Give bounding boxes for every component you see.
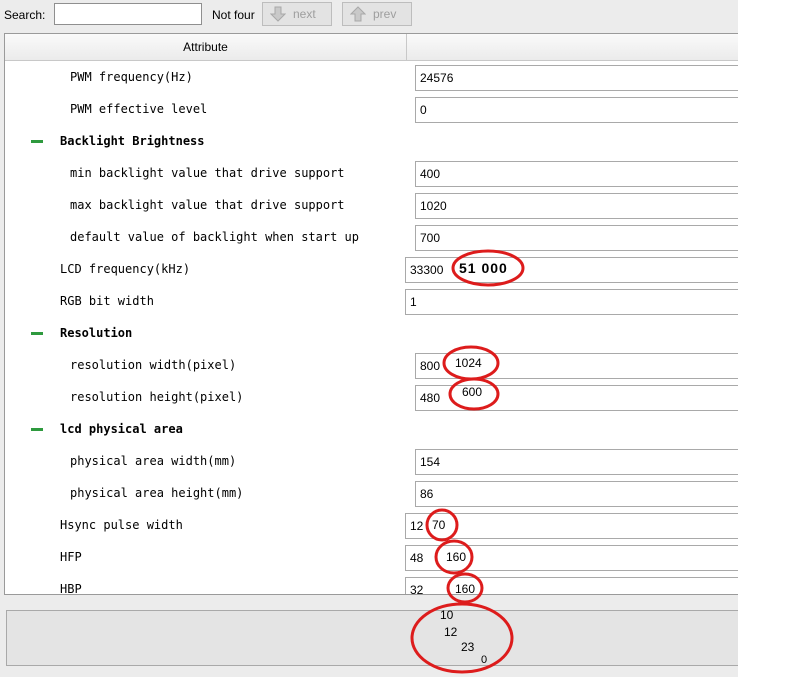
- table-row: default value of backlight when start up…: [5, 221, 738, 253]
- group-row[interactable]: lcd physical area: [5, 413, 738, 445]
- prev-button[interactable]: prev: [342, 2, 412, 26]
- row-label: Hsync pulse width: [60, 518, 183, 532]
- annotation-bottom-value: 0: [481, 654, 488, 666]
- prev-button-label: prev: [373, 7, 397, 21]
- bottom-description-panel: [6, 610, 738, 666]
- group-label: Resolution: [60, 326, 133, 340]
- row-value-field[interactable]: 33300: [405, 257, 738, 283]
- annotation-bottom-value: 12: [444, 625, 458, 639]
- app-window: Search: Not four next prev Attribute PWM…: [0, 0, 738, 677]
- collapse-minus-icon[interactable]: [31, 140, 43, 143]
- header-attribute: Attribute: [5, 34, 407, 60]
- table-row: min backlight value that drive support 4…: [5, 157, 738, 189]
- group-label: lcd physical area: [60, 422, 183, 436]
- table-row: physical area height(mm) 86: [5, 477, 738, 509]
- row-value-field[interactable]: 24576: [415, 65, 738, 91]
- search-input[interactable]: [54, 3, 202, 25]
- search-label: Search:: [4, 8, 46, 22]
- attribute-grid: Attribute PWM frequency(Hz) 24576 PWM ef…: [4, 33, 738, 595]
- table-row: PWM effective level 0: [5, 93, 738, 125]
- annotation-resolution-width: 1024: [455, 356, 482, 370]
- row-value-field[interactable]: 86: [415, 481, 738, 507]
- row-value-field[interactable]: 1020: [415, 193, 738, 219]
- arrow-down-icon: [269, 5, 287, 23]
- group-label: Backlight Brightness: [60, 134, 205, 148]
- annotation-hfp: 160: [446, 550, 467, 564]
- row-value-field[interactable]: 154: [415, 449, 738, 475]
- row-value-field[interactable]: 12: [405, 513, 738, 539]
- row-label: HBP: [60, 582, 82, 595]
- next-button[interactable]: next: [262, 2, 332, 26]
- row-value-field[interactable]: 400: [415, 161, 738, 187]
- row-label: min backlight value that drive support: [70, 166, 345, 180]
- row-label: default value of backlight when start up: [70, 230, 359, 244]
- arrow-up-icon: [349, 5, 367, 23]
- row-label: PWM frequency(Hz): [70, 70, 193, 84]
- row-label: resolution width(pixel): [70, 358, 237, 372]
- table-row: physical area width(mm) 154: [5, 445, 738, 477]
- row-value-field[interactable]: 700: [415, 225, 738, 251]
- annotation-hsync: 70: [432, 518, 446, 532]
- row-label: LCD frequency(kHz): [60, 262, 191, 276]
- group-row[interactable]: Backlight Brightness: [5, 125, 738, 157]
- search-status-text: Not four: [212, 8, 255, 22]
- grid-header: Attribute: [5, 34, 738, 61]
- table-row: HBP 32: [5, 573, 738, 595]
- annotation-hbp: 160: [455, 582, 476, 596]
- row-value-field[interactable]: 0: [415, 97, 738, 123]
- table-row: Hsync pulse width 12: [5, 509, 738, 541]
- row-label: physical area width(mm): [70, 454, 237, 468]
- row-label: HFP: [60, 550, 82, 564]
- row-label: RGB bit width: [60, 294, 154, 308]
- annotation-resolution-height: 600: [462, 385, 483, 399]
- table-row: resolution width(pixel) 800: [5, 349, 738, 381]
- table-row: max backlight value that drive support 1…: [5, 189, 738, 221]
- annotation-bottom-value: 10: [440, 608, 454, 622]
- collapse-minus-icon[interactable]: [31, 428, 43, 431]
- row-label: PWM effective level: [70, 102, 208, 116]
- table-row: resolution height(pixel) 480: [5, 381, 738, 413]
- table-row: RGB bit width 1: [5, 285, 738, 317]
- table-row: PWM frequency(Hz) 24576: [5, 61, 738, 93]
- annotation-lcd-frequency: 51 000: [459, 260, 508, 276]
- toolbar: Search: Not four next prev: [0, 0, 738, 32]
- next-button-label: next: [293, 7, 316, 21]
- table-row: HFP 48: [5, 541, 738, 573]
- row-value-field[interactable]: 1: [405, 289, 738, 315]
- collapse-minus-icon[interactable]: [31, 332, 43, 335]
- row-label: max backlight value that drive support: [70, 198, 345, 212]
- row-label: physical area height(mm): [70, 486, 244, 500]
- table-row: LCD frequency(kHz) 33300: [5, 253, 738, 285]
- annotation-bottom-value: 23: [461, 640, 475, 654]
- group-row[interactable]: Resolution: [5, 317, 738, 349]
- row-label: resolution height(pixel): [70, 390, 244, 404]
